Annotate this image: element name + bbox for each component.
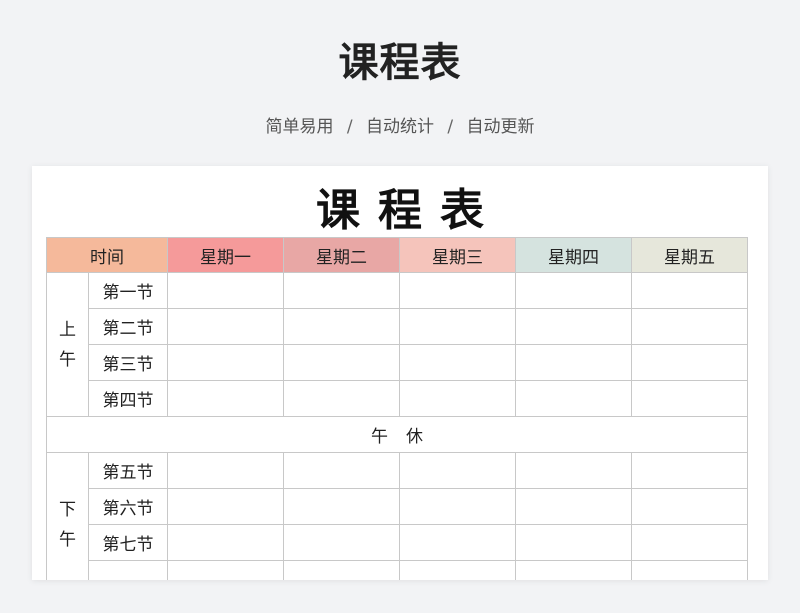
schedule-cell[interactable] (631, 308, 748, 345)
schedule-cell[interactable] (283, 272, 400, 309)
schedule-cell[interactable] (399, 524, 516, 561)
table-row: 下 午 第五节 (46, 452, 748, 580)
sheet-title: 课程表 (316, 185, 502, 236)
subtitle-separator: / (447, 117, 454, 137)
schedule-cell[interactable] (399, 488, 516, 525)
table-row: 第四节 (47, 380, 748, 417)
period-char: 午 (59, 349, 76, 370)
schedule-cell[interactable] (167, 488, 284, 525)
period-morning: 上 午 (46, 272, 89, 417)
header-thursday: 星期四 (515, 237, 632, 273)
schedule-cell[interactable] (631, 380, 748, 417)
schedule-cell[interactable] (631, 272, 748, 309)
header-time: 时间 (46, 237, 168, 273)
schedule-cell[interactable] (399, 308, 516, 345)
period-char: 下 (59, 499, 76, 520)
header-row: 时间 星期一 星期二 星期三 星期四 星期五 (46, 237, 748, 273)
schedule-cell[interactable] (631, 452, 748, 489)
schedule-cell[interactable] (631, 560, 748, 580)
period-char: 午 (59, 529, 76, 550)
subtitle-separator: / (346, 117, 353, 137)
table-row (47, 560, 748, 580)
schedule-cell[interactable] (399, 380, 516, 417)
period-char: 上 (59, 319, 76, 340)
schedule-cell[interactable] (167, 308, 284, 345)
schedule-cell[interactable] (515, 524, 632, 561)
schedule-cell[interactable] (631, 344, 748, 381)
header-friday: 星期五 (631, 237, 748, 273)
schedule-cell[interactable] (515, 560, 632, 580)
schedule-cell[interactable] (283, 344, 400, 381)
subtitle-item: 简单易用 (265, 117, 334, 137)
schedule-cell[interactable] (283, 452, 400, 489)
schedule-cell[interactable] (167, 452, 284, 489)
table-row: 上 午 第一节 (46, 272, 748, 417)
subtitle: 简单易用 / 自动统计 / 自动更新 (0, 112, 800, 137)
slot-label: 第一节 (88, 272, 168, 309)
schedule-cell[interactable] (167, 344, 284, 381)
schedule-cell[interactable] (399, 560, 516, 580)
schedule-cell[interactable] (283, 560, 400, 580)
schedule-cell[interactable] (515, 272, 632, 309)
schedule-card: 课程表 时间 星期一 星期二 星期三 星期四 星期五 上 午 第一节 第二节 第… (32, 166, 768, 580)
schedule-cell[interactable] (283, 380, 400, 417)
schedule-cell[interactable] (515, 452, 632, 489)
noon-break-row: 午休 (46, 416, 748, 453)
table-row: 第六节 (47, 488, 748, 525)
schedule-table: 时间 星期一 星期二 星期三 星期四 星期五 上 午 第一节 第二节 第三节 第… (46, 237, 748, 580)
slot-label: 第七节 (88, 524, 168, 561)
schedule-cell[interactable] (283, 308, 400, 345)
slot-label: 第三节 (88, 344, 168, 381)
schedule-cell[interactable] (399, 344, 516, 381)
slot-label: 第四节 (88, 380, 168, 417)
table-row: 第七节 (47, 524, 748, 561)
noon-break-label: 午休 (46, 416, 748, 453)
schedule-cell[interactable] (167, 272, 284, 309)
schedule-cell[interactable] (515, 308, 632, 345)
slot-label (88, 560, 168, 580)
schedule-cell[interactable] (399, 452, 516, 489)
slot-label: 第五节 (88, 452, 168, 489)
table-row: 第二节 (47, 308, 748, 345)
page-title: 课程表 (338, 40, 462, 86)
schedule-cell[interactable] (515, 488, 632, 525)
schedule-cell[interactable] (631, 524, 748, 561)
schedule-cell[interactable] (631, 488, 748, 525)
table-row: 第三节 (47, 344, 748, 381)
schedule-cell[interactable] (283, 488, 400, 525)
period-afternoon: 下 午 (46, 452, 89, 580)
schedule-cell[interactable] (399, 272, 516, 309)
schedule-cell[interactable] (167, 380, 284, 417)
schedule-cell[interactable] (515, 380, 632, 417)
schedule-cell[interactable] (515, 344, 632, 381)
schedule-cell[interactable] (167, 560, 284, 580)
schedule-cell[interactable] (167, 524, 284, 561)
subtitle-item: 自动统计 (366, 117, 434, 137)
header-monday: 星期一 (167, 237, 284, 273)
schedule-cell[interactable] (283, 524, 400, 561)
slot-label: 第二节 (88, 308, 168, 345)
slot-label: 第六节 (88, 488, 168, 525)
header-wednesday: 星期三 (399, 237, 516, 273)
header-tuesday: 星期二 (283, 237, 400, 273)
subtitle-item: 自动更新 (466, 117, 535, 137)
